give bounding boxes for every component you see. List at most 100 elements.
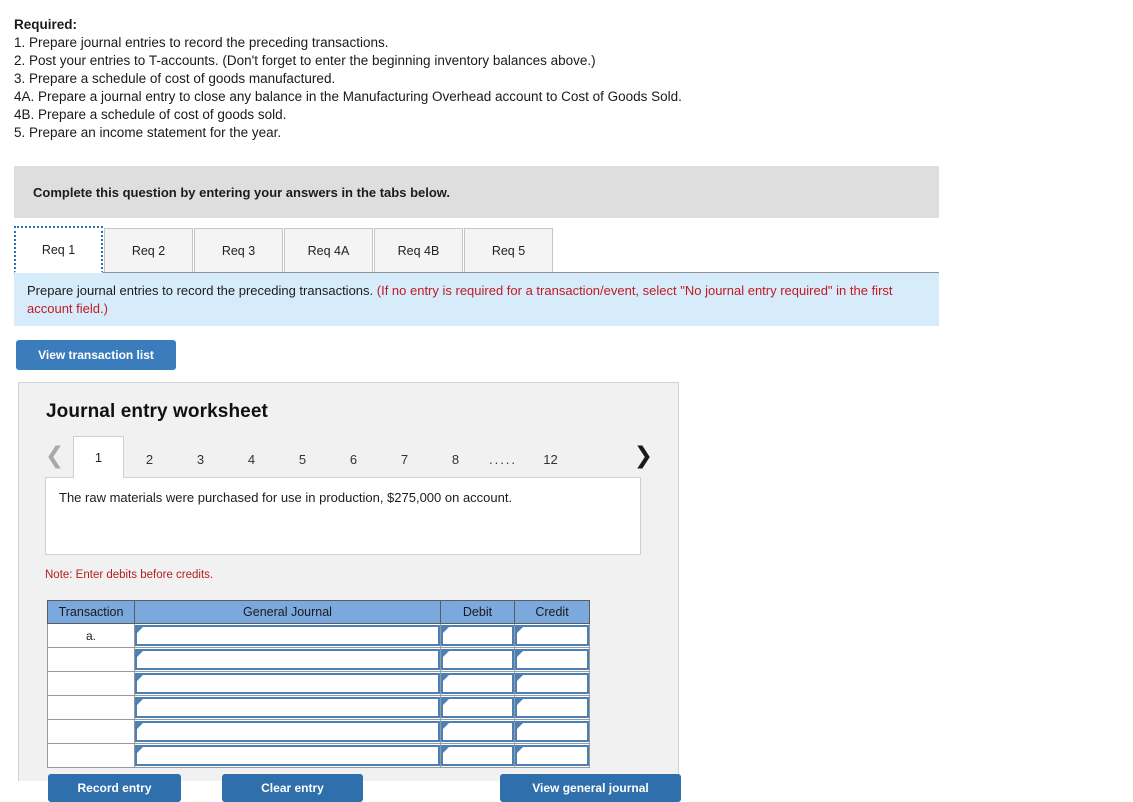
tab-req-1[interactable]: Req 1 bbox=[14, 226, 103, 273]
table-row: a. bbox=[47, 623, 590, 648]
column-header-debit: Debit bbox=[440, 600, 515, 624]
pager-page-4-label: 4 bbox=[247, 451, 256, 467]
table-row bbox=[47, 671, 590, 696]
general-journal-cell-1[interactable] bbox=[134, 623, 441, 648]
pager-page-12-label: 12 bbox=[543, 451, 558, 467]
tab-req-2-label: Req 2 bbox=[131, 243, 166, 258]
pager-page-3[interactable]: 3 bbox=[175, 440, 226, 478]
pager-page-6[interactable]: 6 bbox=[328, 440, 379, 478]
transaction-label-6 bbox=[47, 743, 135, 768]
account-select-5[interactable] bbox=[135, 721, 440, 742]
general-journal-cell-6[interactable] bbox=[134, 743, 441, 768]
transaction-label-5 bbox=[47, 719, 135, 744]
account-select-4[interactable] bbox=[135, 697, 440, 718]
required-item-4b: 4B. Prepare a schedule of cost of goods … bbox=[14, 107, 287, 122]
pager-page-list: 1 2 3 4 5 6 7 8 ..... 12 bbox=[73, 436, 576, 478]
view-general-journal-button[interactable]: View general journal bbox=[500, 774, 681, 802]
credit-cell-4[interactable] bbox=[514, 695, 590, 720]
debit-cell-6[interactable] bbox=[440, 743, 515, 768]
pager-page-1[interactable]: 1 bbox=[73, 436, 124, 478]
debit-cell-2[interactable] bbox=[440, 647, 515, 672]
debit-cell-3[interactable] bbox=[440, 671, 515, 696]
account-select-6[interactable] bbox=[135, 745, 440, 766]
table-row bbox=[47, 695, 590, 720]
table-row bbox=[47, 719, 590, 744]
tab-req-5[interactable]: Req 5 bbox=[464, 228, 553, 273]
tab-req-5-label: Req 5 bbox=[491, 243, 526, 258]
table-row bbox=[47, 743, 590, 768]
complete-question-text: Complete this question by entering your … bbox=[33, 184, 451, 200]
pager-page-12[interactable]: 12 bbox=[525, 440, 576, 478]
general-journal-cell-5[interactable] bbox=[134, 719, 441, 744]
tab-req-4b-label: Req 4B bbox=[397, 243, 440, 258]
debit-cell-5[interactable] bbox=[440, 719, 515, 744]
general-journal-cell-4[interactable] bbox=[134, 695, 441, 720]
chevron-left-icon[interactable]: ❮ bbox=[45, 442, 64, 470]
required-section: Required: 1. Prepare journal entries to … bbox=[14, 16, 914, 142]
debit-input-5[interactable] bbox=[441, 721, 514, 742]
debit-input-4[interactable] bbox=[441, 697, 514, 718]
debit-cell-1[interactable] bbox=[440, 623, 515, 648]
table-row bbox=[47, 647, 590, 672]
instruction-bar: Prepare journal entries to record the pr… bbox=[14, 272, 939, 326]
required-item-5: 5. Prepare an income statement for the y… bbox=[14, 125, 282, 140]
debits-before-credits-note: Note: Enter debits before credits. bbox=[45, 569, 214, 581]
clear-entry-button[interactable]: Clear entry bbox=[222, 774, 363, 802]
pager-page-2-label: 2 bbox=[145, 451, 154, 467]
general-journal-cell-2[interactable] bbox=[134, 647, 441, 672]
credit-cell-6[interactable] bbox=[514, 743, 590, 768]
credit-input-2[interactable] bbox=[515, 649, 589, 670]
pager-page-8[interactable]: 8 bbox=[430, 440, 481, 478]
pager-page-3-label: 3 bbox=[196, 451, 205, 467]
credit-cell-5[interactable] bbox=[514, 719, 590, 744]
pager-page-7[interactable]: 7 bbox=[379, 440, 430, 478]
pager-page-7-label: 7 bbox=[400, 451, 409, 467]
required-item-1: 1. Prepare journal entries to record the… bbox=[14, 35, 389, 50]
credit-cell-1[interactable] bbox=[514, 623, 590, 648]
transaction-description-box: The raw materials were purchased for use… bbox=[45, 477, 641, 555]
pager-page-6-label: 6 bbox=[349, 451, 358, 467]
credit-input-5[interactable] bbox=[515, 721, 589, 742]
pager-page-5[interactable]: 5 bbox=[277, 440, 328, 478]
tab-req-2[interactable]: Req 2 bbox=[104, 228, 193, 273]
credit-input-4[interactable] bbox=[515, 697, 589, 718]
worksheet-title: Journal entry worksheet bbox=[46, 401, 268, 422]
column-header-transaction: Transaction bbox=[47, 600, 135, 624]
debit-input-6[interactable] bbox=[441, 745, 514, 766]
entry-pager: ❮ 1 2 3 4 5 6 7 8 ..... 12 ❯ bbox=[45, 436, 655, 478]
pager-page-1-label: 1 bbox=[94, 450, 103, 465]
transaction-label-4 bbox=[47, 695, 135, 720]
transaction-label-1: a. bbox=[47, 623, 135, 648]
view-transaction-list-button[interactable]: View transaction list bbox=[16, 340, 176, 370]
account-select-2[interactable] bbox=[135, 649, 440, 670]
chevron-right-icon[interactable]: ❯ bbox=[634, 442, 653, 470]
column-header-credit: Credit bbox=[514, 600, 590, 624]
required-heading: Required: bbox=[14, 17, 78, 32]
pager-page-2[interactable]: 2 bbox=[124, 440, 175, 478]
record-entry-button[interactable]: Record entry bbox=[48, 774, 181, 802]
tab-req-4a[interactable]: Req 4A bbox=[284, 228, 373, 273]
instruction-text: Prepare journal entries to record the pr… bbox=[27, 282, 923, 318]
credit-cell-3[interactable] bbox=[514, 671, 590, 696]
debit-input-1[interactable] bbox=[441, 625, 514, 646]
required-item-2: 2. Post your entries to T-accounts. (Don… bbox=[14, 53, 596, 68]
credit-input-1[interactable] bbox=[515, 625, 589, 646]
journal-entry-worksheet-panel: Journal entry worksheet ❮ 1 2 3 4 5 6 7 … bbox=[18, 382, 679, 781]
table-header-row: Transaction General Journal Debit Credit bbox=[47, 600, 590, 624]
debit-input-2[interactable] bbox=[441, 649, 514, 670]
debit-input-3[interactable] bbox=[441, 673, 514, 694]
credit-input-3[interactable] bbox=[515, 673, 589, 694]
pager-page-4[interactable]: 4 bbox=[226, 440, 277, 478]
account-select-1[interactable] bbox=[135, 625, 440, 646]
account-select-3[interactable] bbox=[135, 673, 440, 694]
general-journal-cell-3[interactable] bbox=[134, 671, 441, 696]
tab-req-3[interactable]: Req 3 bbox=[194, 228, 283, 273]
credit-input-6[interactable] bbox=[515, 745, 589, 766]
required-item-4a: 4A. Prepare a journal entry to close any… bbox=[14, 89, 682, 104]
requirement-tabs: Req 1 Req 2 Req 3 Req 4A Req 4B Req 5 bbox=[14, 226, 554, 273]
pager-page-5-label: 5 bbox=[298, 451, 307, 467]
tab-req-4b[interactable]: Req 4B bbox=[374, 228, 463, 273]
debit-cell-4[interactable] bbox=[440, 695, 515, 720]
credit-cell-2[interactable] bbox=[514, 647, 590, 672]
complete-question-banner: Complete this question by entering your … bbox=[14, 166, 939, 218]
